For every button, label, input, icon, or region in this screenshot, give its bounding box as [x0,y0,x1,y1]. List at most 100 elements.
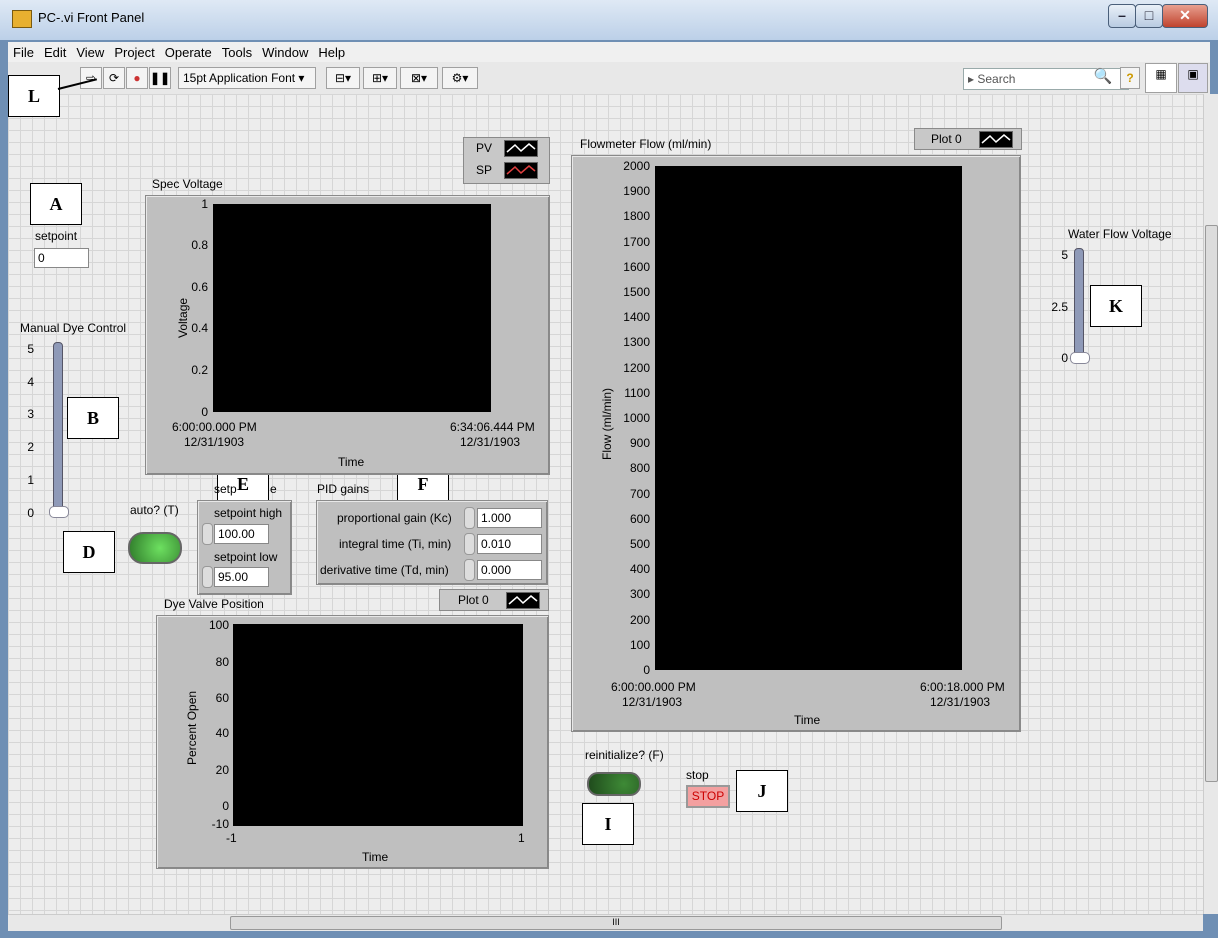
legend-sp-swatch [504,162,538,179]
flowmeter-legend[interactable]: Plot 0 [914,128,1022,150]
connector-pane-icon[interactable]: ▦ [1145,63,1177,93]
setpoint-high-input[interactable]: 100.00 [214,524,269,544]
align-objects-icon[interactable]: ⊟▾ [326,67,360,89]
legend-pv-label: PV [476,141,493,155]
stop-button[interactable]: STOP [686,785,730,808]
search-placeholder: Search [977,72,1016,86]
close-button[interactable]: ✕ [1162,4,1208,28]
menu-window[interactable]: Window [257,42,313,60]
flowmeter-ytick: 900 [629,436,650,451]
setpoint-input[interactable]: 0 [34,248,89,268]
run-continuously-icon[interactable]: ⟳ [103,67,125,89]
minimize-button[interactable]: – [1108,4,1136,28]
spec-voltage-legend[interactable]: PV SP [463,137,550,184]
flowmeter-title: Flowmeter Flow (ml/min) [580,137,712,151]
flowmeter-xlabel: Time [794,713,821,727]
dye-valve-plot-area [233,624,523,826]
flowmeter-ytick: 500 [629,537,650,551]
flowmeter-legend-label: Plot 0 [931,132,962,146]
vi-icon[interactable]: ▣ [1178,63,1208,93]
flowmeter-ytick: 2000 [623,159,650,173]
dye-valve-ytick: 40 [215,726,229,740]
manual-dye-tick: 4 [27,375,34,389]
flowmeter-ytick: 1400 [623,310,650,325]
setpoint-low-spinner[interactable] [202,566,213,588]
flowmeter-ytick: 1300 [623,335,650,350]
flowmeter-plot-area [655,166,962,670]
setpoint-high-label: setpoint high [214,506,283,520]
reinitialize-label: reinitialize? (F) [585,748,664,762]
spec-voltage-plot-area [213,204,491,412]
pid-kc-label: proportional gain (Kc) [337,511,452,525]
manual-dye-tick: 3 [27,407,34,421]
water-flow-label: Water Flow Voltage [1068,227,1172,241]
flowmeter-xend: 6:00:18.000 PM [920,680,1005,694]
menu-edit[interactable]: Edit [39,42,71,60]
menu-file[interactable]: File [8,42,39,60]
manual-dye-slider[interactable] [53,342,63,516]
pid-td-input[interactable]: 0.000 [477,560,542,580]
setpoint-low-label: setpoint low [214,550,278,564]
label-i: I [582,803,634,845]
flowmeter-ytick: 1800 [623,209,650,224]
water-flow-slider[interactable] [1074,248,1084,362]
spec-voltage-ytick: 0 [201,405,208,419]
pid-ti-spinner[interactable] [464,533,475,555]
search-icon[interactable]: 🔍 [1093,67,1113,87]
abort-icon[interactable]: ● [126,67,148,89]
spec-voltage-xstart-date: 12/31/1903 [184,435,245,449]
spec-voltage-ytick: 1 [201,197,208,211]
menu-bar: File Edit View Project Operate Tools Window Hel… [8,42,1210,62]
flowmeter-ytick: 1100 [624,385,650,400]
dye-valve-ytick: 80 [215,655,229,669]
dye-valve-ytick: 0 [222,799,229,813]
menu-view[interactable]: View [71,42,109,60]
pid-kc-spinner[interactable] [464,507,475,529]
manual-dye-slider-thumb[interactable] [49,506,69,518]
auto-label: auto? (T) [130,503,179,517]
pid-gains-label: PID gains [317,482,370,496]
menu-project[interactable]: Project [109,42,159,60]
menu-tools[interactable]: Tools [217,42,257,60]
resize-objects-icon[interactable]: ⊠▾ [400,67,438,89]
label-k: K [1090,285,1142,327]
legend-sp-label: SP [476,163,493,177]
dye-valve-xtick: -1 [226,831,237,845]
label-a: A [30,183,82,225]
pid-td-spinner[interactable] [464,559,475,581]
flowmeter-ytick: 600 [629,511,650,526]
distribute-objects-icon[interactable]: ⊞▾ [363,67,397,89]
pause-icon[interactable]: ❚❚ [149,67,171,89]
flowmeter-ytick: 400 [629,562,650,577]
reorder-icon[interactable]: ⚙▾ [442,67,478,89]
maximize-button[interactable]: □ [1135,4,1163,28]
dye-valve-legend-swatch [506,592,540,609]
pid-kc-input[interactable]: 1.000 [477,508,542,528]
dye-valve-ytick: -10 [211,817,229,831]
setpoint-range-label-b: e [270,482,277,496]
setpoint-label: setpoint [35,229,78,243]
help-icon[interactable]: ? [1120,67,1140,89]
run-arrow-icon[interactable]: ⇨ [80,67,102,89]
menu-operate[interactable]: Operate [160,42,217,60]
reinitialize-toggle-button[interactable] [587,772,641,796]
auto-toggle-button[interactable] [128,532,182,564]
setpoint-low-input[interactable]: 95.00 [214,567,269,587]
dye-valve-title: Dye Valve Position [164,597,264,611]
water-flow-slider-thumb[interactable] [1070,352,1090,364]
water-flow-tick: 5 [1061,248,1068,262]
flowmeter-ytick: 700 [629,486,650,501]
water-flow-tick: 0 [1061,351,1068,365]
dye-valve-legend[interactable]: Plot 0 [439,589,549,611]
flowmeter-xstart-date: 12/31/1903 [622,695,683,709]
toolbar: ⇨ ⟳ ● ❚❚ 15pt Application Font ▾ ⊟▾ ⊞▾ ⊠… [8,62,1210,95]
font-select[interactable]: 15pt Application Font ▾ [178,67,316,89]
menu-help[interactable]: Help [313,42,350,60]
flowmeter-xstart: 6:00:00.000 PM [611,680,696,694]
setpoint-high-spinner[interactable] [202,523,213,545]
vertical-scroll-thumb[interactable] [1205,225,1218,782]
manual-dye-tick: 5 [27,342,34,356]
pid-ti-input[interactable]: 0.010 [477,534,542,554]
horizontal-scroll-thumb[interactable]: III [230,916,1002,930]
flowmeter-ytick: 1700 [623,234,650,249]
